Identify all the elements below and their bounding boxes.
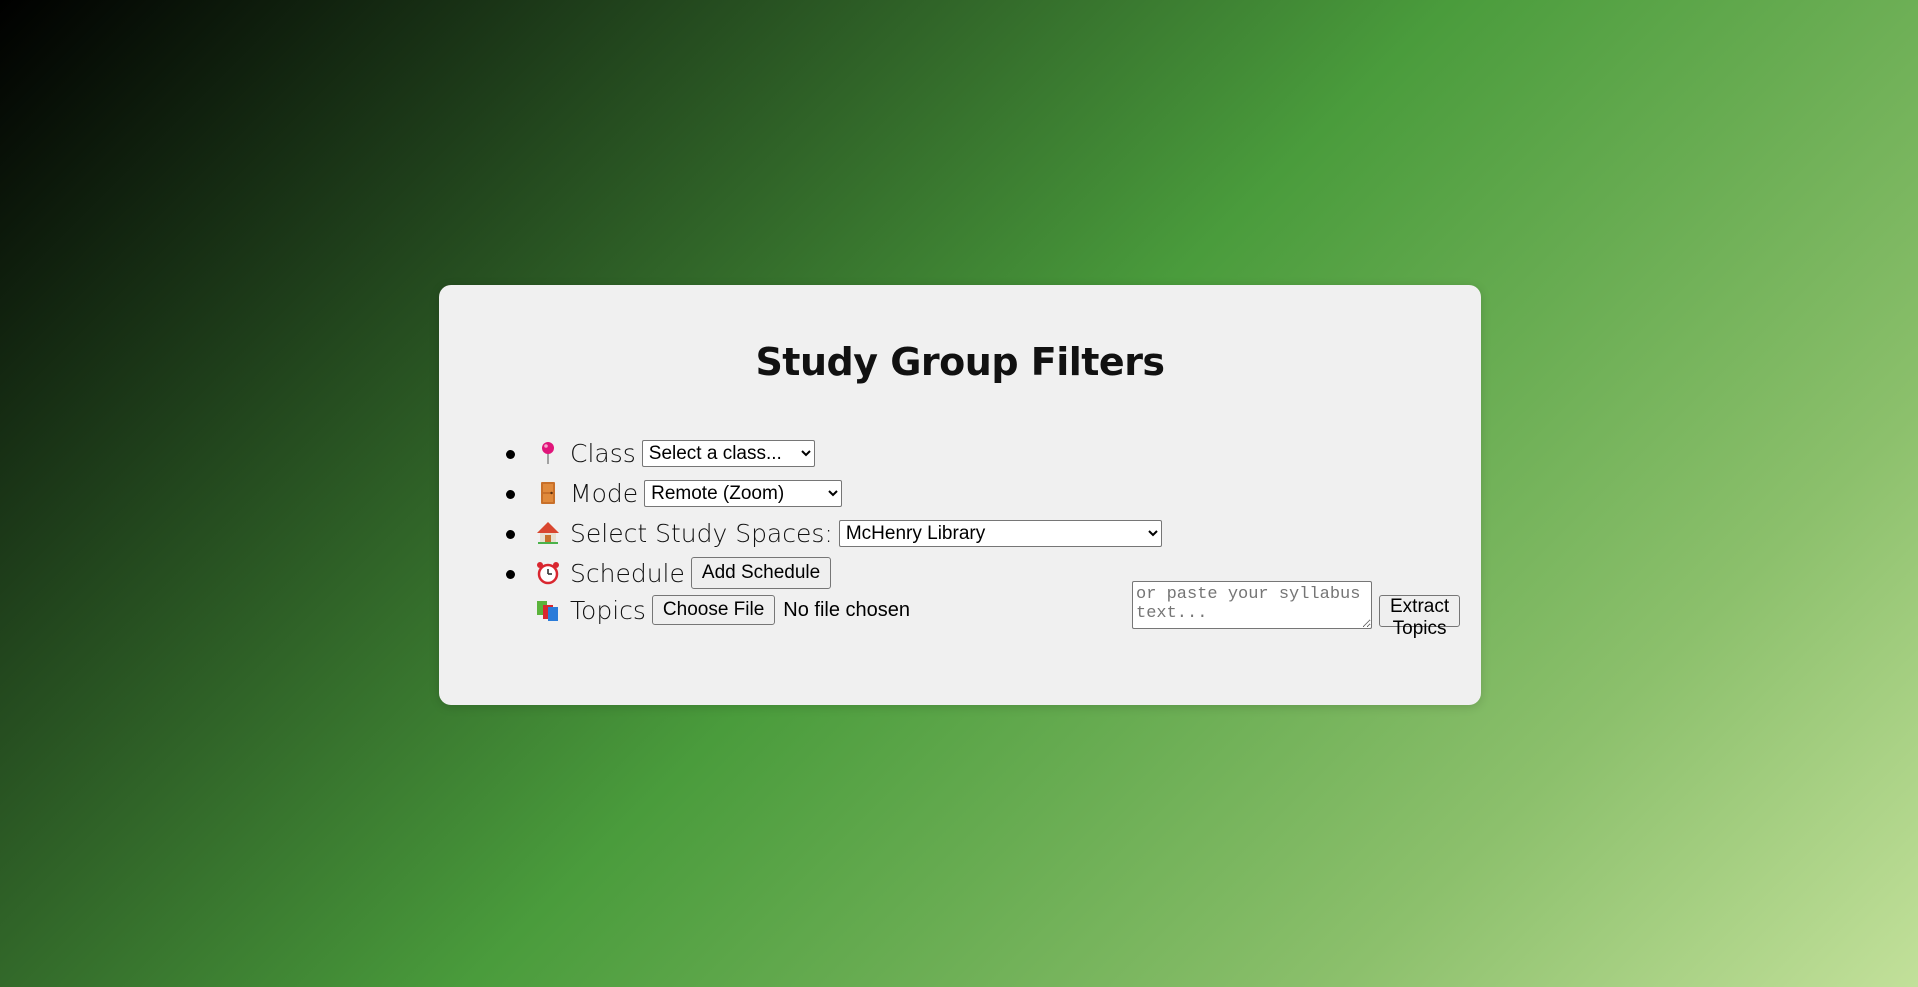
filter-item-class: Class Select a class...: [504, 433, 1162, 473]
topics-row: Topics Choose File No file chosen Extrac…: [536, 581, 1461, 639]
page-title: Study Group Filters: [755, 340, 1165, 384]
schedule-label: Schedule: [570, 558, 685, 588]
study-spaces-select[interactable]: McHenry Library: [838, 519, 1162, 547]
door-icon: [536, 481, 560, 505]
pushpin-icon: [536, 441, 560, 465]
class-select[interactable]: Select a class...: [641, 439, 815, 467]
alarm-clock-icon: [536, 561, 560, 585]
books-icon: [536, 598, 560, 622]
file-status: No file chosen: [783, 598, 911, 621]
mode-select[interactable]: Remote (Zoom): [644, 479, 843, 507]
house-icon: [536, 521, 560, 545]
filter-item-mode: Mode Remote (Zoom): [504, 473, 1162, 513]
topics-label: Topics: [570, 595, 646, 625]
filter-item-study-spaces: Select Study Spaces: McHenry Library: [504, 513, 1162, 553]
study-spaces-label: Select Study Spaces:: [570, 518, 833, 548]
syllabus-textarea[interactable]: [1132, 581, 1372, 629]
mode-label: Mode: [570, 478, 639, 508]
filter-item-schedule: Schedule Add Schedule: [504, 553, 1162, 593]
choose-file-button[interactable]: Choose File: [651, 595, 776, 625]
add-schedule-button[interactable]: Add Schedule: [690, 557, 832, 589]
filters-card: Study Group Filters Class Select a class…: [439, 285, 1481, 705]
class-label: Class: [570, 438, 636, 468]
extract-topics-button[interactable]: Extract Topics: [1379, 595, 1461, 639]
filters-list: Class Select a class... Mode Remote (Zoo…: [504, 433, 1162, 593]
